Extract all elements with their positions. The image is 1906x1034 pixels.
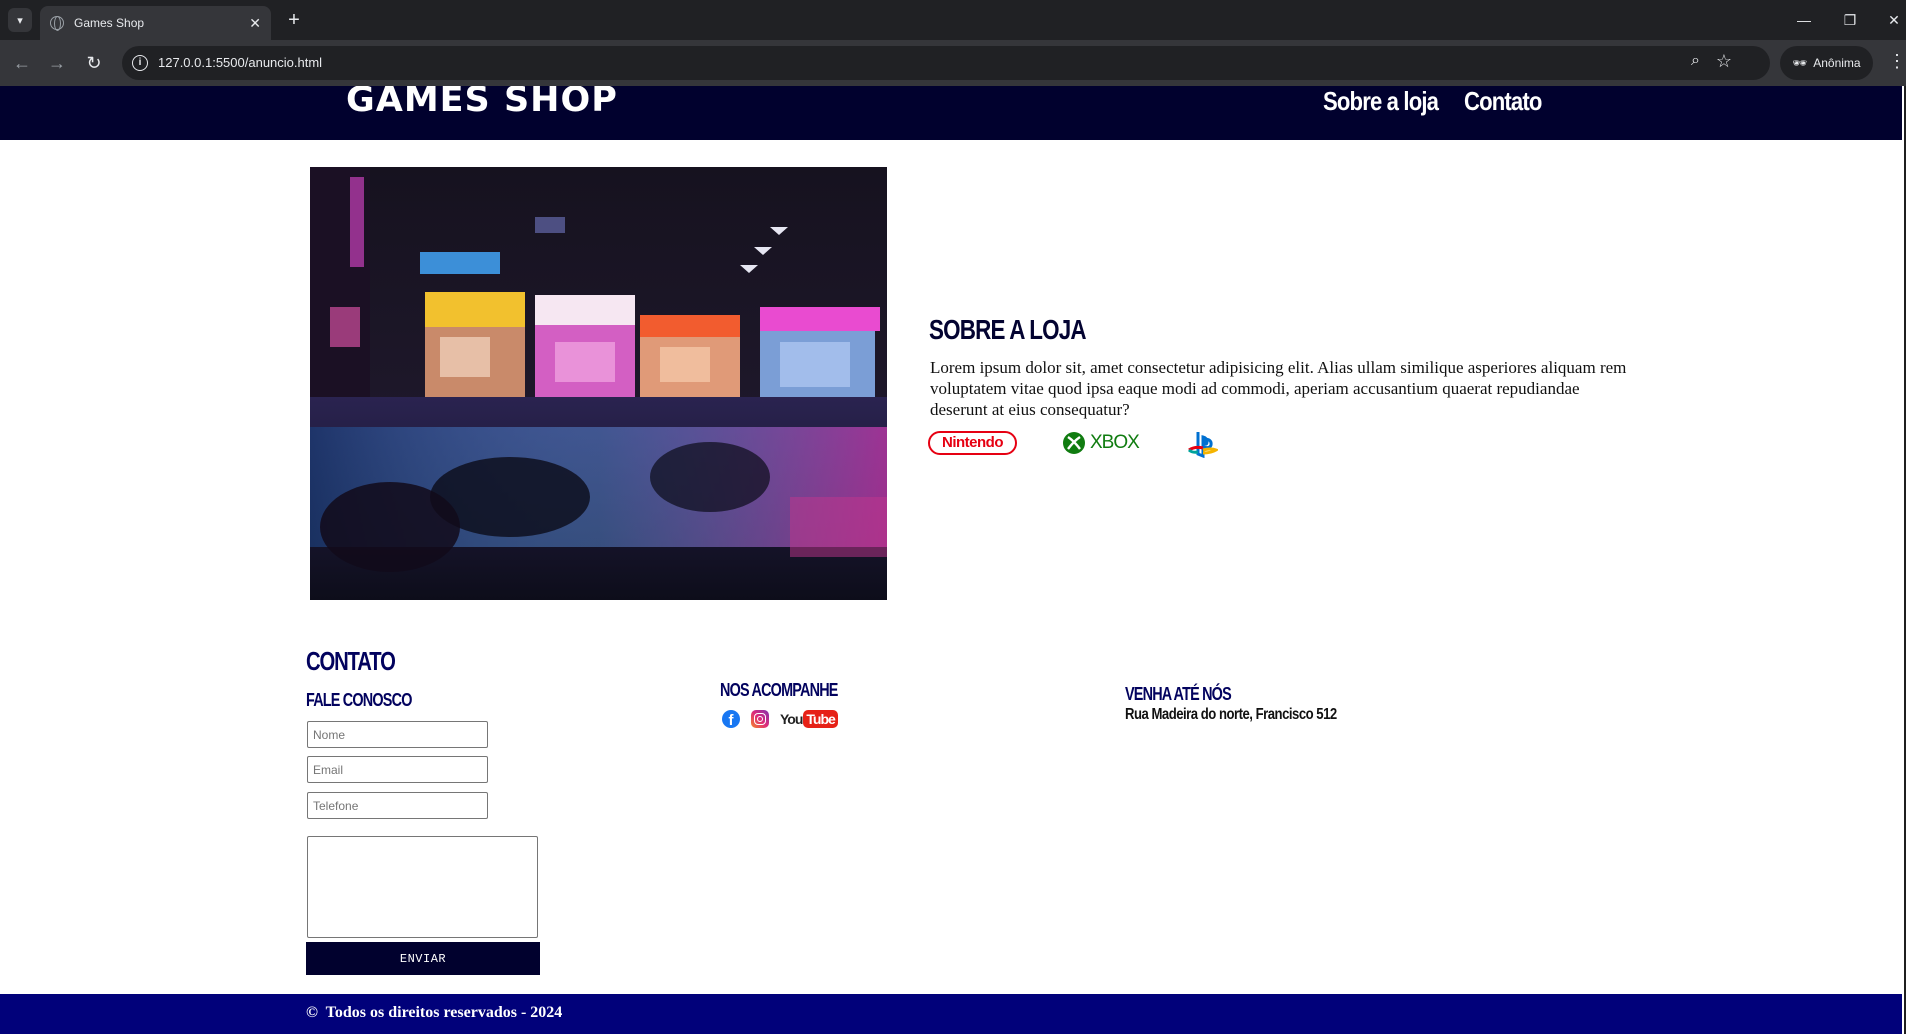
page-viewport: GAMES SHOP Sobre a loja Contato SOBRE A … — [0, 86, 1906, 1034]
restore-button[interactable]: ❐ — [1838, 8, 1862, 32]
zoom-icon[interactable]: ⌕ — [1691, 52, 1700, 70]
copyright-label: Todos os direitos reservados - 2024 — [325, 1004, 563, 1021]
close-window-button[interactable]: ✕ — [1882, 8, 1906, 32]
forward-button[interactable]: → — [45, 51, 69, 75]
profile-label: Anônima — [1813, 56, 1861, 70]
site-logo[interactable]: GAMES SHOP — [346, 86, 618, 120]
send-button[interactable]: ENVIAR — [306, 942, 540, 975]
site-footer: © Todos os direitos reservados - 2024 — [0, 994, 1902, 1034]
address-bar[interactable]: i 127.0.0.1:5500/anuncio.html ⌕ ☆ — [122, 46, 1770, 80]
phone-input[interactable] — [307, 792, 488, 819]
name-input[interactable] — [307, 721, 488, 748]
nav-link-sobre[interactable]: Sobre a loja — [1323, 86, 1439, 117]
minimize-button[interactable]: — — [1792, 8, 1816, 32]
email-input[interactable] — [307, 756, 488, 783]
about-title: SOBRE A LOJA — [929, 314, 1087, 345]
about-text: Lorem ipsum dolor sit, amet consectetur … — [930, 358, 1627, 419]
address-text: Rua Madeira do norte, Francisco 512 — [1125, 706, 1337, 723]
xbox-wordmark: XBOX — [1090, 432, 1140, 453]
message-textarea[interactable] — [307, 836, 538, 938]
copyright-symbol: © — [306, 1004, 318, 1021]
copyright-text: © Todos os direitos reservados - 2024 — [306, 1004, 562, 1022]
incognito-icon: 🕶 — [1792, 56, 1808, 70]
facebook-icon[interactable]: f — [722, 710, 740, 728]
hero-image — [310, 167, 887, 600]
youtube-icon[interactable]: You Tube — [780, 709, 838, 729]
site-info-icon[interactable]: i — [132, 55, 148, 71]
form-title: FALE CONOSCO — [306, 690, 412, 710]
bookmark-star-icon[interactable]: ☆ — [1716, 51, 1732, 72]
contact-title: CONTATO — [306, 646, 396, 676]
incognito-profile-button[interactable]: 🕶 Anônima — [1780, 46, 1873, 80]
browser-menu-icon[interactable]: ⋮ — [1888, 51, 1906, 72]
close-tab-icon[interactable]: ✕ — [249, 15, 261, 32]
browser-tabbar: ▾ Games Shop ✕ + — ❐ ✕ — [0, 0, 1906, 40]
instagram-icon[interactable] — [751, 710, 769, 728]
social-title: NOS ACOMPANHE — [720, 680, 838, 700]
xbox-logo: XBOX — [1062, 430, 1140, 456]
playstation-icon — [1187, 432, 1218, 458]
site-header: GAMES SHOP Sobre a loja Contato — [0, 86, 1902, 140]
tab-search-button[interactable]: ▾ — [8, 8, 32, 32]
browser-toolbar: ← → ↻ i 127.0.0.1:5500/anuncio.html ⌕ ☆ … — [0, 40, 1906, 86]
reload-button[interactable]: ↻ — [82, 51, 106, 75]
nav-link-contato[interactable]: Contato — [1464, 86, 1542, 117]
visit-title: VENHA ATÉ NÓS — [1125, 684, 1232, 704]
nintendo-logo: Nintendo — [928, 431, 1017, 455]
tab-title: Games Shop — [74, 16, 145, 30]
new-tab-button[interactable]: + — [282, 8, 306, 32]
url-text: 127.0.0.1:5500/anuncio.html — [158, 55, 323, 70]
browser-tab[interactable]: Games Shop ✕ — [40, 6, 271, 40]
xbox-icon — [1063, 432, 1085, 454]
globe-icon — [50, 16, 64, 31]
back-button[interactable]: ← — [10, 51, 34, 75]
